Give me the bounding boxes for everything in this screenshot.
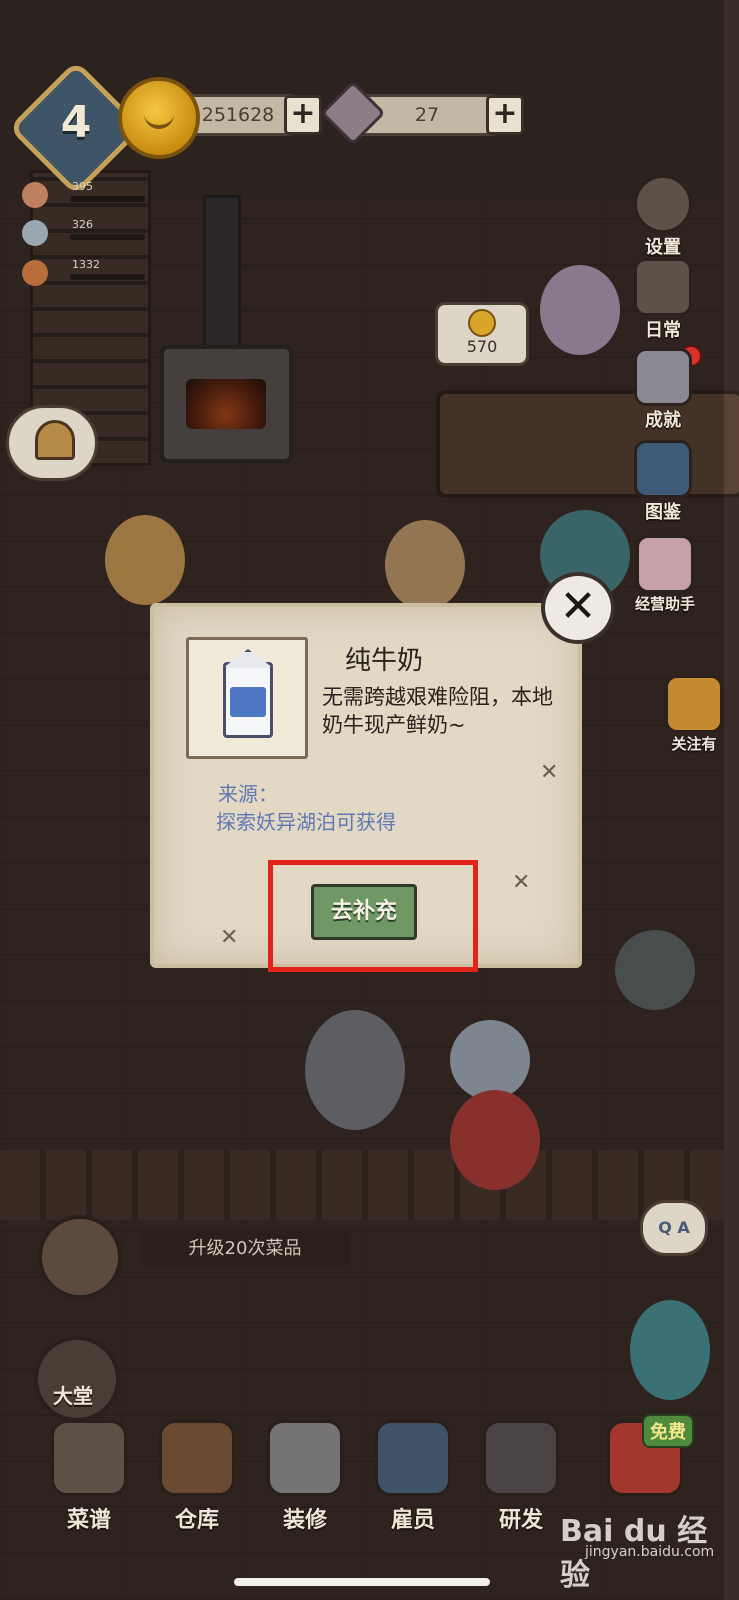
decor-cross: ✕ (220, 925, 239, 950)
follow-label: 关注有 (671, 735, 717, 753)
stat-mushroom: 1332 (22, 258, 145, 288)
achievements-label: 成就 (645, 410, 681, 431)
mushroom-icon (22, 260, 48, 286)
stat-value: 326 (72, 218, 93, 231)
home-indicator[interactable] (234, 1578, 490, 1586)
settings-button[interactable]: 设置 (628, 175, 698, 259)
nav-research[interactable]: 研发 (476, 1420, 566, 1533)
item-title: 纯牛奶 (345, 646, 424, 676)
gear-icon (634, 175, 692, 233)
nav-staff[interactable]: 雇员 (368, 1420, 458, 1533)
settings-label: 设置 (645, 237, 681, 258)
assistant-label: 经营助手 (634, 595, 695, 613)
close-button[interactable]: ✕ (541, 572, 615, 644)
nav-decorate[interactable]: 装修 (260, 1420, 350, 1533)
book-icon (634, 440, 692, 498)
decor-cross: ✕ (540, 760, 559, 785)
chef-icon (51, 1420, 127, 1496)
collection-label: 图鉴 (645, 502, 681, 523)
nav-warehouse[interactable]: 仓库 (152, 1420, 242, 1533)
highlight-box (268, 860, 478, 972)
hammer-icon (267, 1420, 343, 1496)
cake-icon (636, 535, 694, 593)
add-coins-button[interactable]: + (284, 95, 322, 135)
diamond-icon (634, 348, 692, 406)
footprint-icon (22, 220, 48, 246)
lobby-button[interactable] (34, 1336, 120, 1422)
add-gems-button[interactable]: + (486, 95, 524, 135)
food-icon (22, 182, 48, 208)
decor-cross: ✕ (512, 870, 531, 895)
stat-value: 1332 (72, 258, 100, 271)
daily-label: 日常 (645, 320, 681, 341)
item-description: 无需跨越艰难险阻，本地奶牛现产鲜奶~ (322, 685, 553, 737)
free-tag: 免费 (642, 1414, 694, 1448)
staff-icon (375, 1420, 451, 1496)
bell-bubble[interactable] (6, 405, 98, 481)
lobby-label: 大堂 (53, 1384, 93, 1408)
gift-icon (665, 675, 723, 733)
daily-button[interactable]: 日常 (628, 258, 698, 342)
follow-button[interactable]: 关注有 (664, 675, 724, 754)
stat-steps: 326 (22, 218, 145, 248)
bell-icon (35, 420, 75, 460)
baidu-watermark-url: jingyan.baidu.com (585, 1544, 715, 1560)
achievements-button[interactable]: 成就 (628, 348, 698, 432)
source-label: 来源： (218, 782, 278, 806)
upgrade-banner[interactable]: 升级20次菜品 (140, 1232, 350, 1266)
stat-food: 395 (22, 180, 145, 210)
price-bubble[interactable]: 570 (435, 302, 529, 366)
assistant-button[interactable]: 经营助手 (620, 535, 710, 614)
nav-label: 雇员 (390, 1508, 435, 1533)
coin-icon (468, 309, 496, 337)
collection-button[interactable]: 图鉴 (628, 440, 698, 524)
quest-scroll-button[interactable] (38, 1215, 122, 1299)
calendar-icon (634, 258, 692, 316)
price-value: 570 (466, 337, 498, 356)
pot-icon (483, 1420, 559, 1496)
nav-recipes[interactable]: 菜谱 (44, 1420, 134, 1533)
nav-label: 装修 (282, 1508, 327, 1533)
stat-value: 395 (72, 180, 93, 193)
item-image-frame (186, 637, 308, 759)
milk-carton-icon (223, 649, 273, 738)
coin-icon (118, 77, 200, 159)
source-text: 探索妖异湖泊可获得 (216, 810, 396, 834)
shelf-icon (159, 1420, 235, 1496)
nav-label: 菜谱 (66, 1508, 111, 1533)
qa-button[interactable]: Q A (640, 1200, 708, 1256)
nav-label: 研发 (498, 1508, 543, 1533)
nav-label: 仓库 (174, 1508, 219, 1533)
player-level: 4 (60, 97, 92, 148)
